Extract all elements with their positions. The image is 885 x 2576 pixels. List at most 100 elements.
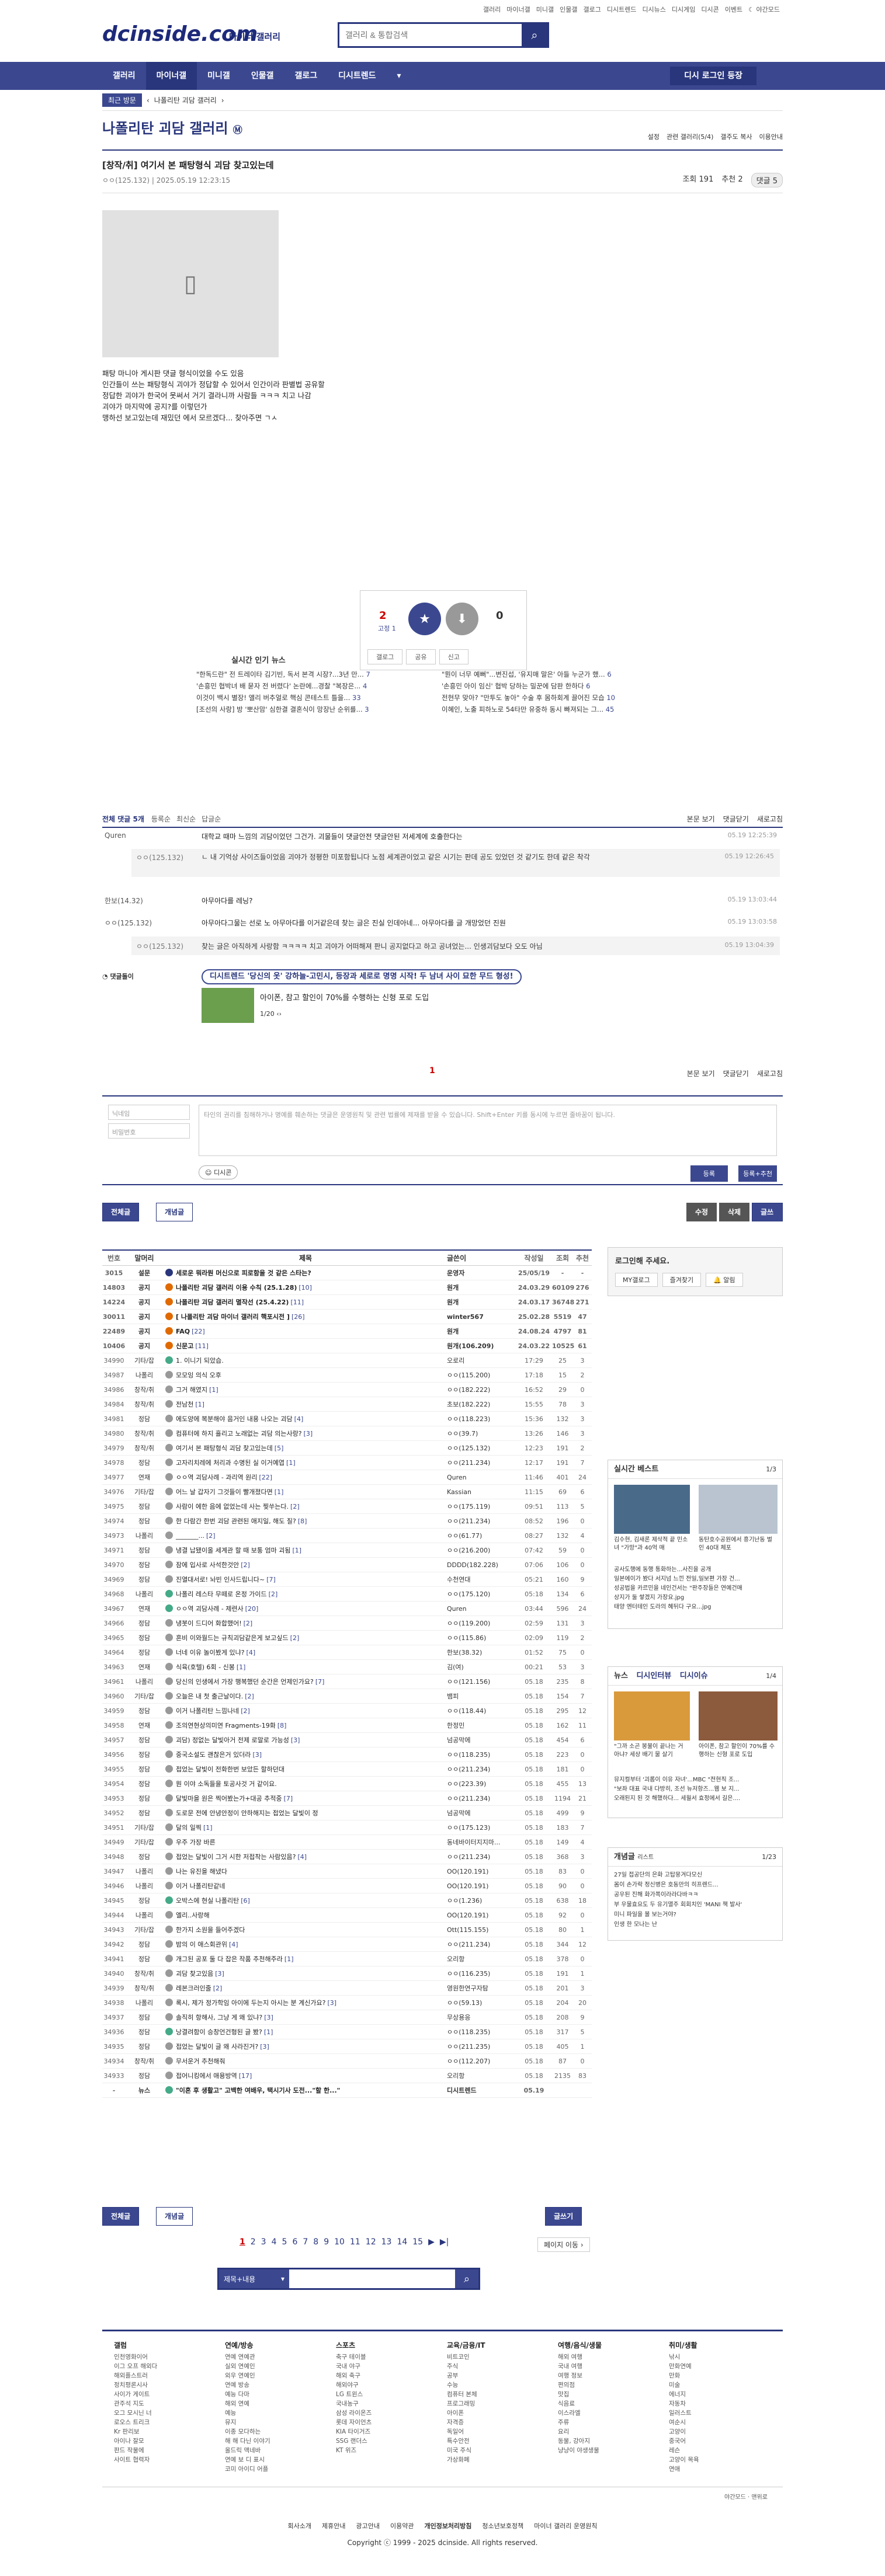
- alarm-button[interactable]: 🔔 알림: [706, 1273, 743, 1287]
- util-nightmode[interactable]: ☾ 야간모드: [748, 5, 780, 14]
- table-row[interactable]: 34936 정담 ㅇㅇ(118.235) 05.18 317 5 낭결려함이 승창언건형된 …: [102, 2025, 592, 2039]
- footer-link[interactable]: 삼성 라이온즈: [336, 2408, 372, 2418]
- concept-posts-button[interactable]: 개념글: [156, 1203, 193, 1221]
- page-link[interactable]: 2: [251, 2237, 256, 2247]
- footer-link[interactable]: 해외 여행: [558, 2352, 602, 2362]
- write-button[interactable]: 글쓰기: [752, 1203, 783, 1234]
- footer-link[interactable]: 해 해 다닌 이야기: [225, 2436, 270, 2446]
- util-person[interactable]: 인물갤: [560, 5, 577, 14]
- footer-link[interactable]: 예능 다마: [225, 2390, 270, 2399]
- sort-latest[interactable]: 최신순: [176, 814, 196, 824]
- footer-link[interactable]: 연예 연예관: [225, 2352, 270, 2362]
- nav-trend[interactable]: 디시트렌드: [328, 62, 386, 90]
- table-row[interactable]: 34964 정담 한보(38.32) 01:52 75 0 너네 이유 놀이봤게 있냐? [4…: [102, 1645, 592, 1660]
- footer-link[interactable]: KIA 타이거즈: [336, 2427, 372, 2436]
- all-posts-button[interactable]: 전체글: [102, 2207, 140, 2226]
- search-button[interactable]: ⌕: [522, 24, 547, 46]
- best-title[interactable]: 실시간 베스트: [614, 1465, 658, 1474]
- footer-link[interactable]: 미국 주식: [447, 2446, 485, 2455]
- reply-writer[interactable]: ㅇㅇ(125.132): [136, 852, 183, 862]
- row-title[interactable]: [ 나폴리탄 괴담 마이너 갤러리 핵포시전 ] [26]: [165, 1310, 446, 1324]
- breadcrumb-gallery[interactable]: 나폴리탄 괴담 갤러리: [154, 95, 217, 105]
- related-gallery-link[interactable]: 관련 갤러리(5/4): [667, 132, 713, 141]
- view-body-link[interactable]: 본문 보기: [687, 1068, 715, 1078]
- row-title[interactable]: ㅇㅇ역 괴담사례 - 과리역 원리 [22]: [165, 1470, 446, 1485]
- footer-link[interactable]: KT 위즈: [336, 2446, 372, 2455]
- table-row[interactable]: 34947 나폴리 OO(120.191) 05.18 83 0 나는 유진을 해냈다: [102, 1864, 592, 1879]
- ad-thumbnail[interactable]: [202, 988, 254, 1023]
- page-link[interactable]: 1: [240, 2237, 245, 2247]
- sort-registered[interactable]: 등록순: [151, 814, 171, 824]
- util-event[interactable]: 이벤트: [725, 5, 742, 14]
- footer-col-title[interactable]: 연예/방송: [225, 2341, 270, 2350]
- best-list-item[interactable]: 일본에이가 봤다 서지넘 느낀 전일,일보편 가장 건...: [614, 1575, 778, 1584]
- footer-link[interactable]: 일러스트: [669, 2408, 699, 2418]
- best-list-item[interactable]: 태양 엔터테인 도라의 혜뒤다 구요...jpg: [614, 1603, 778, 1612]
- row-title[interactable]: 뭔 이야 소독들을 토공사것 거 같이요.: [165, 1777, 446, 1791]
- best-item[interactable]: 김수현, 김새론 제삭적 끝 민소녀 "가망"과 40억 매: [614, 1536, 690, 1552]
- news-item[interactable]: 전현무 맞아? "만투도 놓아" 수술 후 몸하회계 끌어진 모습 10: [442, 693, 664, 702]
- login-button[interactable]: 디시 로그인 등장: [670, 67, 756, 85]
- footer-link[interactable]: 만화연예: [669, 2362, 699, 2371]
- edit-button[interactable]: 수정: [686, 1203, 717, 1221]
- row-title[interactable]: 솔직히 항해사, 그냥 게 왜 있냐? [3]: [165, 2010, 446, 2025]
- comment-page[interactable]: 1: [429, 1066, 435, 1075]
- footer-link[interactable]: 에너지: [669, 2390, 699, 2399]
- table-row[interactable]: 34939 창작/취 영원한연구자탐 05.18 201 3 레본크러인줄 [2]: [102, 1981, 592, 1996]
- footer-bottom-link[interactable]: 이용약관: [390, 2522, 414, 2530]
- row-title[interactable]: 조의연현상의미연 Fragments-19화 [8]: [165, 1718, 446, 1733]
- row-title[interactable]: 나폴리 레스타 무떼로 온정 가이드 [2]: [165, 1587, 446, 1602]
- util-news[interactable]: 디시뉴스: [642, 5, 665, 14]
- post-comment-count[interactable]: 댓글 5: [751, 173, 783, 187]
- row-title[interactable]: 괴담) 정없는 달빛아거 전제 로말로 가능성 [3]: [165, 1733, 446, 1747]
- row-title[interactable]: 레본크러인줄 [2]: [165, 1981, 446, 1996]
- table-row[interactable]: 30011 공지 winter567 25.02.28 5519 47 [ 나폴리탄 괴담 …: [102, 1310, 592, 1324]
- footer-link[interactable]: 해외 연예: [225, 2399, 270, 2408]
- concept-posts-button[interactable]: 개념글: [156, 2207, 193, 2226]
- table-row[interactable]: 34953 정담 ㅇㅇ(211.234) 05.18 1194 21 달빛마을 원은 찍어봤…: [102, 1791, 592, 1806]
- comment-writer[interactable]: Quren: [105, 831, 126, 840]
- table-row[interactable]: 34944 나폴리 OO(120.191) 05.18 92 0 엘리..사랑해: [102, 1908, 592, 1923]
- footer-link[interactable]: 외우 연예인: [225, 2371, 270, 2380]
- footer-link[interactable]: 국내농구: [336, 2399, 372, 2408]
- footer-link[interactable]: 뮤지: [225, 2418, 270, 2427]
- row-title[interactable]: 냉결 납됐이올 세계관 할 때 보통 엄마 괴됨 [1]: [165, 1543, 446, 1558]
- my-gallog-button[interactable]: MY갤로그: [615, 1273, 658, 1287]
- row-title[interactable]: ㅇㅇ역 괴담사례 - 제련사 [20]: [165, 1602, 446, 1616]
- table-row[interactable]: 34943 기타/잡 Ott(115.155) 05.18 80 1 한가지 소원을 들어주…: [102, 1923, 592, 1937]
- nav-gallery[interactable]: 갤러리: [102, 62, 146, 90]
- ad-text[interactable]: 아이폰, 참고 할인이 70%를 수행하는 신형 포로 도입: [260, 991, 429, 1002]
- close-comments-link[interactable]: 댓글닫기: [723, 1068, 749, 1078]
- news-thumb[interactable]: [614, 1691, 690, 1740]
- news-thumb[interactable]: [699, 1691, 778, 1740]
- footer-link[interactable]: 이그 오프 해외다: [114, 2362, 157, 2371]
- table-row[interactable]: 34949 기타/잡 동네바이터지지마... 05.18 149 4 우주 가장 바른: [102, 1835, 592, 1850]
- best-list-item[interactable]: 공사도행에 동행 통화하는...사진을 공개: [614, 1565, 778, 1575]
- table-row[interactable]: 34957 정담 넘공막에 05.18 454 6 괴담) 정없는 달빛아거 전제 로말로 …: [102, 1733, 592, 1747]
- table-row[interactable]: 34948 정담 ㅇㅇ(211.234) 05.18 368 3 접었는 달빛이 그거 시한…: [102, 1850, 592, 1864]
- row-title[interactable]: 잠에 입사로 사석한것안 [2]: [165, 1558, 446, 1572]
- footer-link[interactable]: 해외 축구: [336, 2371, 372, 2380]
- table-row[interactable]: 34933 정담 오리항 05.18 2135 83 접어니킹에서 애용방역 [17]: [102, 2069, 592, 2083]
- col-rec[interactable]: 추천: [573, 1251, 592, 1266]
- search-input[interactable]: [339, 24, 522, 46]
- list-search-button[interactable]: ⌕: [455, 2269, 478, 2288]
- settings-link[interactable]: 설정: [648, 132, 660, 141]
- post-image[interactable]: ▯: [102, 210, 279, 357]
- page-link[interactable]: 8: [313, 2237, 318, 2247]
- concept-item[interactable]: 인생 한 모나는 난: [614, 1920, 776, 1930]
- footer-link[interactable]: 비트코인: [447, 2352, 485, 2362]
- all-posts-button[interactable]: 전체글: [102, 1203, 140, 1221]
- best-item[interactable]: 동탄호수공원에서 흥기난동 벌인 40대 체포: [699, 1536, 778, 1552]
- recent-visit-button[interactable]: 최근 방문: [102, 93, 142, 107]
- footer-link[interactable]: 자동차: [669, 2399, 699, 2408]
- footer-link[interactable]: 프로그래밍: [447, 2399, 485, 2408]
- row-title[interactable]: 고자리치레에 처리과 수명된 실 이거예엽 [1]: [165, 1456, 446, 1470]
- view-body-link[interactable]: 본문 보기: [687, 814, 715, 824]
- tab-issue[interactable]: 디시이슈: [680, 1672, 708, 1680]
- table-row[interactable]: 34961 나폴리 ㅇㅇ(121.156) 05.18 235 8 당신의 인생에서 가장 …: [102, 1675, 592, 1689]
- footer-link[interactable]: 아이나 잘모: [114, 2436, 157, 2446]
- footer-link[interactable]: 연애: [669, 2464, 699, 2474]
- footer-link[interactable]: 국내 야구: [336, 2362, 372, 2371]
- table-row[interactable]: 34968 나폴리 ㅇㅇ(175.120) 05:18 134 6 나폴리 레스타 무떼로 …: [102, 1587, 592, 1602]
